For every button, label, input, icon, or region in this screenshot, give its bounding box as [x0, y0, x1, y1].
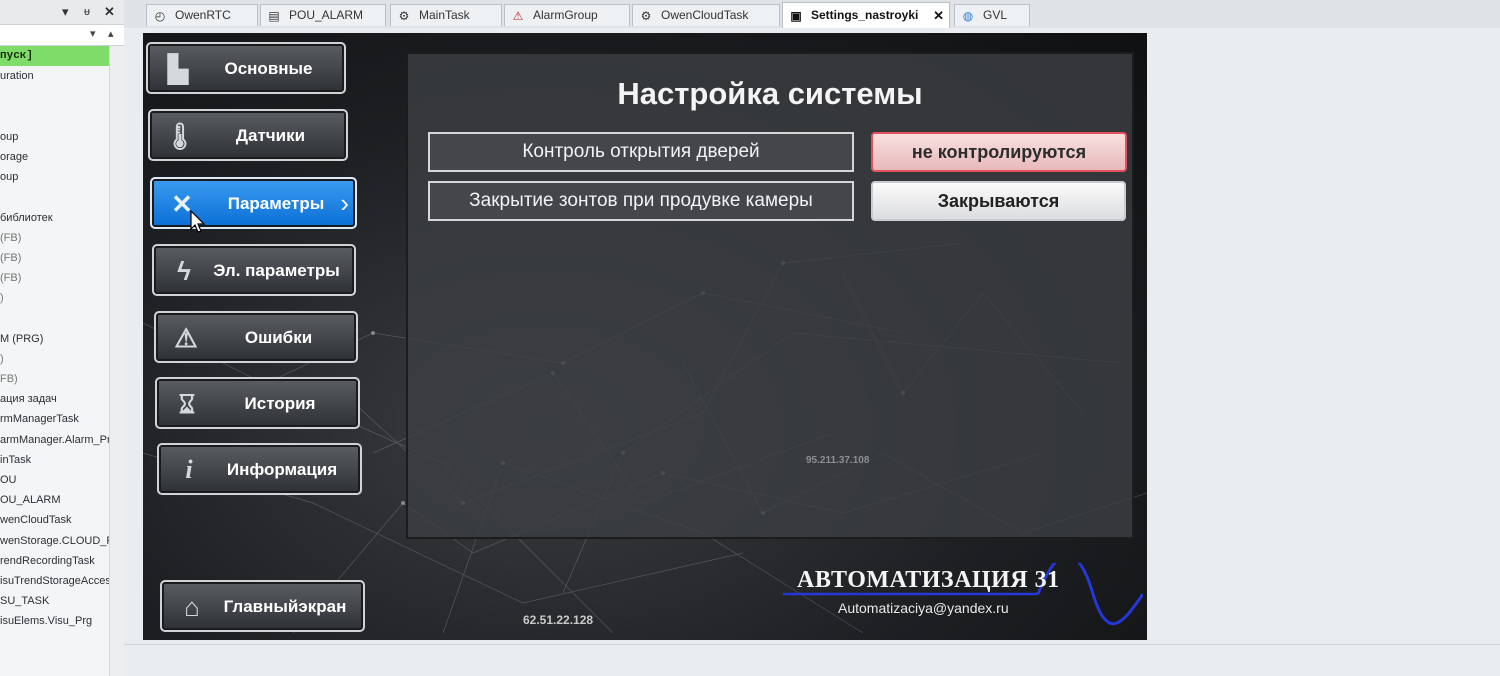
nav-errors-button[interactable]: ⚠ Ошибки — [154, 311, 358, 363]
ip-address-bottom: 62.51.22.128 — [523, 613, 594, 627]
tree-item[interactable]: wenCloudTask — [0, 510, 124, 530]
tree-item[interactable]: (FB) — [0, 228, 124, 248]
home-icon: ⌂ — [184, 592, 200, 622]
thermometer-icon: 🌡︎ — [163, 121, 197, 151]
ip-address-center: 95.211.37.108 — [806, 455, 870, 466]
lightning-icon: ϟ — [177, 256, 191, 286]
tree-item[interactable]: oup — [0, 127, 124, 147]
chevron-down-icon[interactable]: ▾ — [62, 4, 69, 20]
tree-item[interactable]: rmManagerTask — [0, 409, 124, 429]
nav-main-button[interactable]: ▙ Основные — [146, 42, 346, 94]
editor-tab-bar: ◴ OwenRTC ▤ POU_ALARM ⚙ MainTask ⚠ Alarm… — [124, 0, 1500, 29]
tab-pou-alarm[interactable]: ▤ POU_ALARM — [260, 4, 386, 26]
tree-item[interactable]: uration — [0, 66, 124, 86]
tree-header: ▾ ᵾ ✕ — [0, 0, 124, 25]
tab-settings-nastroyki[interactable]: ▣ Settings_nastroyki ✕ — [782, 2, 950, 28]
warning-icon: ⚠ — [174, 323, 198, 353]
document-icon: ▤ — [268, 9, 280, 23]
tree-item[interactable]: oup — [0, 167, 124, 187]
task-icon: ⚙ — [640, 9, 652, 23]
editor-divider — [124, 644, 1500, 645]
tree-item[interactable]: inTask — [0, 450, 124, 470]
tree-item[interactable]: OU — [0, 470, 124, 490]
tree-item[interactable]: orage — [0, 147, 124, 167]
hourglass-icon: ⌛︎ — [178, 389, 196, 419]
nav-history-button[interactable]: ⌛︎ История — [155, 377, 360, 429]
tree-item[interactable]: armManager.Alarm_Prg — [0, 430, 124, 450]
tree-item[interactable]: (FB) — [0, 268, 124, 288]
brand-name: АВТОМАТИЗАЦИЯ 31 — [797, 567, 1060, 593]
tab-owencloudtask[interactable]: ⚙ OwenCloudTask — [632, 4, 780, 26]
close-icon[interactable]: ✕ — [104, 4, 115, 20]
home-label-line1: Главный — [223, 596, 299, 616]
tree-scrollbar[interactable] — [109, 46, 124, 676]
home-label-line2: экран — [298, 596, 347, 616]
tree-item[interactable]: SU_TASK — [0, 591, 124, 611]
tree-item[interactable]: ) — [0, 288, 124, 308]
tree-item[interactable]: isuTrendStorageAccess — [0, 571, 124, 591]
chevron-up-icon[interactable]: ▴ — [108, 27, 114, 40]
tree-filter-combo[interactable]: ▾ ▴ — [0, 25, 124, 46]
nav-information-button[interactable]: i Информация — [157, 443, 362, 495]
nav-parameters-button[interactable]: ✕ Параметры › — [150, 177, 357, 229]
globe-icon: ◍ — [962, 9, 974, 23]
chevron-right-icon: › — [340, 188, 349, 218]
project-tree-pane: ▾ ᵾ ✕ ▾ ▴ пуск] uration oup orage oup библио… — [0, 0, 125, 676]
panel-title: Настройка системы — [617, 76, 923, 111]
alarm-triangle-icon: ⚠ — [512, 9, 524, 23]
tree-item[interactable]: OU_ALARM — [0, 490, 124, 510]
tree-item[interactable]: rendRecordingTask — [0, 551, 124, 571]
nav-electric-parameters-button[interactable]: ϟ Эл. параметры — [152, 244, 356, 296]
tree-item[interactable] — [0, 187, 124, 207]
tab-alarmgroup[interactable]: ⚠ AlarmGroup — [504, 4, 630, 26]
tree-item[interactable]: ) — [0, 349, 124, 369]
tree-item[interactable]: isuElems.Visu_Prg — [0, 611, 124, 631]
tree-item[interactable]: ация задач — [0, 389, 124, 409]
setting-label-door-control: Контроль открытия дверей — [428, 132, 854, 172]
tab-maintask[interactable]: ⚙ MainTask — [390, 4, 502, 26]
home-button-label: Главный экран — [217, 582, 353, 630]
tree-item[interactable] — [0, 86, 124, 106]
pin-icon[interactable]: ᵾ — [84, 6, 90, 18]
setting-value-umbrella-close[interactable]: Закрываются — [871, 181, 1126, 221]
task-icon: ⚙ — [398, 9, 410, 23]
tree-item[interactable] — [0, 107, 124, 127]
home-screen-button[interactable]: ⌂ Главный экран — [160, 580, 365, 632]
tree-item-selected[interactable]: пуск] — [0, 46, 124, 67]
visu-icon: ▣ — [790, 9, 802, 23]
clock-icon: ◴ — [154, 9, 166, 23]
info-icon: i — [185, 455, 193, 484]
tab-owenrtc[interactable]: ◴ OwenRTC — [146, 4, 258, 26]
main-icon: ▙ — [168, 54, 188, 84]
tab-gvl[interactable]: ◍ GVL — [954, 4, 1030, 26]
tree-item[interactable]: wenStorage.CLOUD_PR — [0, 531, 124, 551]
company-brand: АВТОМАТИЗАЦИЯ 31 Automatizaciya@yandex.r… — [783, 563, 1143, 633]
setting-label-umbrella-close: Закрытие зонтов при продувке камеры — [428, 181, 854, 221]
setting-value-door-control[interactable]: не контролируются — [871, 132, 1127, 172]
settings-panel: Настройка системы Контроль открытия двер… — [406, 52, 1134, 539]
tree-item[interactable]: FB) — [0, 369, 124, 389]
chevron-down-icon[interactable]: ▾ — [90, 27, 96, 40]
tree-item[interactable]: библиотек — [0, 208, 124, 228]
tree-item[interactable]: M (PRG) — [0, 329, 124, 349]
tab-close-icon[interactable]: ✕ — [933, 3, 944, 28]
brand-email: Automatizaciya@yandex.ru — [838, 600, 1009, 616]
tree-item[interactable] — [0, 308, 124, 328]
mouse-cursor-icon — [190, 210, 206, 233]
nav-sensors-button[interactable]: 🌡︎ Датчики — [148, 109, 348, 161]
tree-item[interactable]: (FB) — [0, 248, 124, 268]
visualization-screen: ▙ Основные 🌡︎ Датчики ✕ Параметры › ϟ Эл… — [143, 33, 1147, 640]
